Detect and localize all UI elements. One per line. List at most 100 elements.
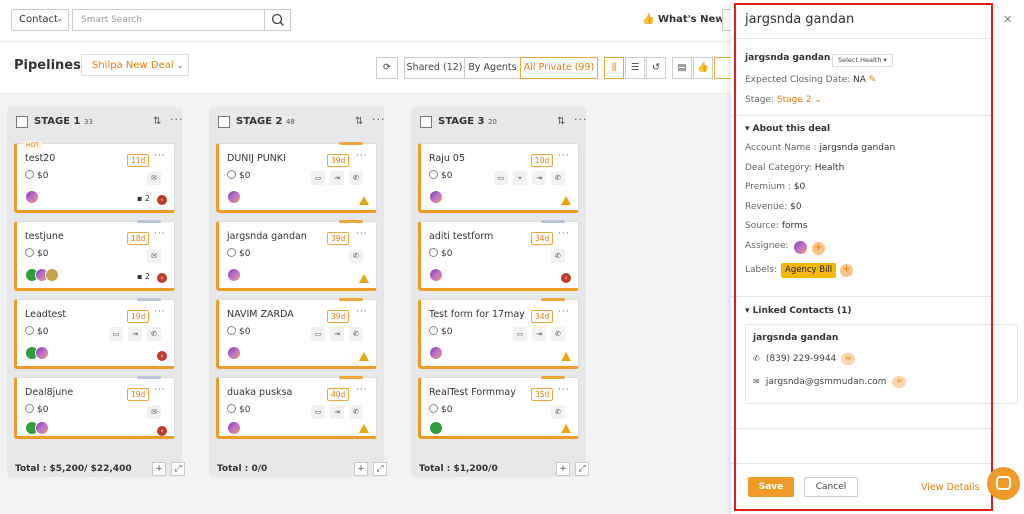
email-icon[interactable]: ✉ xyxy=(147,171,161,185)
stage-select[interactable]: Stage 2 ⌄ xyxy=(777,95,822,105)
deal-selector[interactable]: Shilpa New Deal ⌄ xyxy=(81,54,189,76)
share-icon[interactable]: ⇥ xyxy=(330,405,344,419)
share-icon[interactable]: ⇥ xyxy=(330,171,344,185)
all-private-filter[interactable]: All Private (99) xyxy=(520,57,598,79)
email-address[interactable]: jargsnda@gsmmudan.com xyxy=(766,377,887,387)
more-options-icon[interactable]: ··· xyxy=(170,113,184,126)
share-icon[interactable]: ⇥ xyxy=(532,327,546,341)
close-icon[interactable]: ✕ xyxy=(1003,13,1012,26)
add-deal-button[interactable]: + xyxy=(556,462,570,476)
cancel-button[interactable]: Cancel xyxy=(804,477,858,497)
card-more-icon[interactable]: ··· xyxy=(356,385,368,395)
share-icon[interactable]: ⇥ xyxy=(532,171,546,185)
chat-launcher-button[interactable] xyxy=(987,467,1020,500)
linked-contact-name[interactable]: jargsnda gandan xyxy=(753,333,838,343)
table-view-button[interactable]: ▤ xyxy=(672,57,692,79)
card-more-icon[interactable]: ··· xyxy=(558,307,570,317)
card-more-icon[interactable]: ··· xyxy=(558,151,570,161)
phone-icon[interactable]: ✆ xyxy=(551,405,565,419)
sort-icon[interactable]: ⇅ xyxy=(355,116,363,127)
sms-icon[interactable]: ▭ xyxy=(513,327,527,341)
phone-icon[interactable]: ✆ xyxy=(551,171,565,185)
select-column-checkbox[interactable] xyxy=(420,116,432,128)
search-button[interactable] xyxy=(264,9,291,31)
card-more-icon[interactable]: ··· xyxy=(558,385,570,395)
board-view-button[interactable]: ⫼ xyxy=(604,57,624,79)
more-button[interactable] xyxy=(714,57,731,79)
health-select[interactable]: Select Health ▾ xyxy=(832,54,893,67)
deal-card[interactable]: jargsnda gandan 39d ··· $0 ✆ xyxy=(216,220,377,291)
deal-card[interactable]: aditi testform 34d ··· $0 ✆ ‹ xyxy=(418,220,579,291)
deal-card[interactable]: Leadtest 19d ··· $0 ▭ ⇥ ✆ ‹ xyxy=(14,298,175,369)
card-more-icon[interactable]: ··· xyxy=(154,151,166,161)
card-more-icon[interactable]: ··· xyxy=(154,229,166,239)
sms-icon[interactable]: ▭ xyxy=(311,405,325,419)
view-details-link[interactable]: View Details xyxy=(921,482,980,493)
deal-card[interactable]: duaka pusksa 40d ··· $0 ▭ ⇥ ✆ xyxy=(216,376,377,439)
card-more-icon[interactable]: ··· xyxy=(154,307,166,317)
card-more-icon[interactable]: ··· xyxy=(558,229,570,239)
linked-contacts-toggle[interactable]: ▾ Linked Contacts (1) xyxy=(745,306,852,316)
phone-icon[interactable]: ✆ xyxy=(349,249,363,263)
sort-icon[interactable]: ⇅ xyxy=(557,116,565,127)
list-view-button[interactable]: ☰ xyxy=(625,57,645,79)
sms-icon[interactable]: ▭ xyxy=(311,171,325,185)
about-section-toggle[interactable]: ▾ About this deal xyxy=(745,124,830,134)
deal-card[interactable]: RealTest Formmay 35d ··· $0 ✆ xyxy=(418,376,579,439)
add-label-icon[interactable]: + xyxy=(840,264,853,277)
by-agents-filter[interactable]: By Agents xyxy=(464,57,521,79)
deal-card[interactable]: testjune 18d ··· $0 ✉ ▪ 2 ‹ xyxy=(14,220,175,291)
history-button[interactable]: ↺ xyxy=(646,57,666,79)
sort-icon[interactable]: ⇅ xyxy=(153,116,161,127)
refresh-button[interactable]: ⟳ xyxy=(376,57,398,79)
add-deal-button[interactable]: + xyxy=(354,462,368,476)
deal-card[interactable]: NAVIM ZARDA 39d ··· $0 ▭ ⇥ ✆ xyxy=(216,298,377,369)
expand-column-button[interactable]: ⤢ xyxy=(171,462,185,476)
add-deal-button[interactable]: + xyxy=(152,462,166,476)
card-more-icon[interactable]: ··· xyxy=(356,307,368,317)
sms-icon[interactable]: ✉ xyxy=(841,353,855,365)
location-icon[interactable]: ⌖ xyxy=(513,171,527,185)
more-options-icon[interactable]: ··· xyxy=(574,113,588,126)
email-icon[interactable]: ✉ xyxy=(147,249,161,263)
phone-icon[interactable]: ✆ xyxy=(349,171,363,185)
edit-pencil-icon[interactable]: ✎ xyxy=(869,75,877,85)
phone-icon[interactable]: ✆ xyxy=(349,327,363,341)
top-action-button[interactable] xyxy=(722,9,731,31)
phone-icon[interactable]: ✆ xyxy=(349,405,363,419)
assignee-avatar[interactable] xyxy=(793,240,808,255)
phone-icon[interactable]: ✆ xyxy=(551,327,565,341)
phone-number[interactable]: (839) 229-9944 xyxy=(766,354,836,364)
select-column-checkbox[interactable] xyxy=(16,116,28,128)
phone-icon[interactable]: ✆ xyxy=(147,327,161,341)
send-email-icon[interactable]: ✉ xyxy=(892,376,906,388)
whats-new-link[interactable]: 👍 What's New xyxy=(642,14,725,25)
card-more-icon[interactable]: ··· xyxy=(154,385,166,395)
shared-filter[interactable]: Shared (12) xyxy=(404,57,465,79)
add-assignee-icon[interactable]: + xyxy=(812,242,825,255)
more-options-icon[interactable]: ··· xyxy=(372,113,386,126)
search-input[interactable]: Smart Search xyxy=(72,9,265,31)
card-more-icon[interactable]: ··· xyxy=(356,229,368,239)
shared-filter-label: Shared (12) xyxy=(406,62,463,73)
like-button[interactable]: 👍 xyxy=(693,57,713,79)
phone-icon[interactable]: ✆ xyxy=(551,249,565,263)
sms-icon[interactable]: ▭ xyxy=(109,327,123,341)
contact-select[interactable]: Contact ⌄ xyxy=(11,9,69,31)
deal-card[interactable]: Deal8june 19d ··· $0 ✉ ‹ xyxy=(14,376,175,439)
deal-card[interactable]: Test form for 17may 34d ··· $0 ▭ ⇥ ✆ xyxy=(418,298,579,369)
deal-card[interactable]: HOT test20 11d ··· $0 ✉ ▪ 2 ‹ xyxy=(14,141,175,213)
share-icon[interactable]: ⇥ xyxy=(330,327,344,341)
expand-column-button[interactable]: ⤢ xyxy=(575,462,589,476)
deal-card[interactable]: Raju 05 10d ··· $0 ▭ ⌖ ⇥ ✆ xyxy=(418,143,579,213)
select-column-checkbox[interactable] xyxy=(218,116,230,128)
sms-icon[interactable]: ▭ xyxy=(311,327,325,341)
deal-card[interactable]: DUNIJ PUNKI 39d ··· $0 ▭ ⇥ ✆ xyxy=(216,142,377,213)
email-icon[interactable]: ✉ xyxy=(147,405,161,419)
save-button[interactable]: Save xyxy=(748,477,794,497)
label-chip[interactable]: Agency Bill xyxy=(781,263,837,278)
sms-icon[interactable]: ▭ xyxy=(494,171,508,185)
card-more-icon[interactable]: ··· xyxy=(356,151,368,161)
share-icon[interactable]: ⇥ xyxy=(128,327,142,341)
expand-column-button[interactable]: ⤢ xyxy=(373,462,387,476)
